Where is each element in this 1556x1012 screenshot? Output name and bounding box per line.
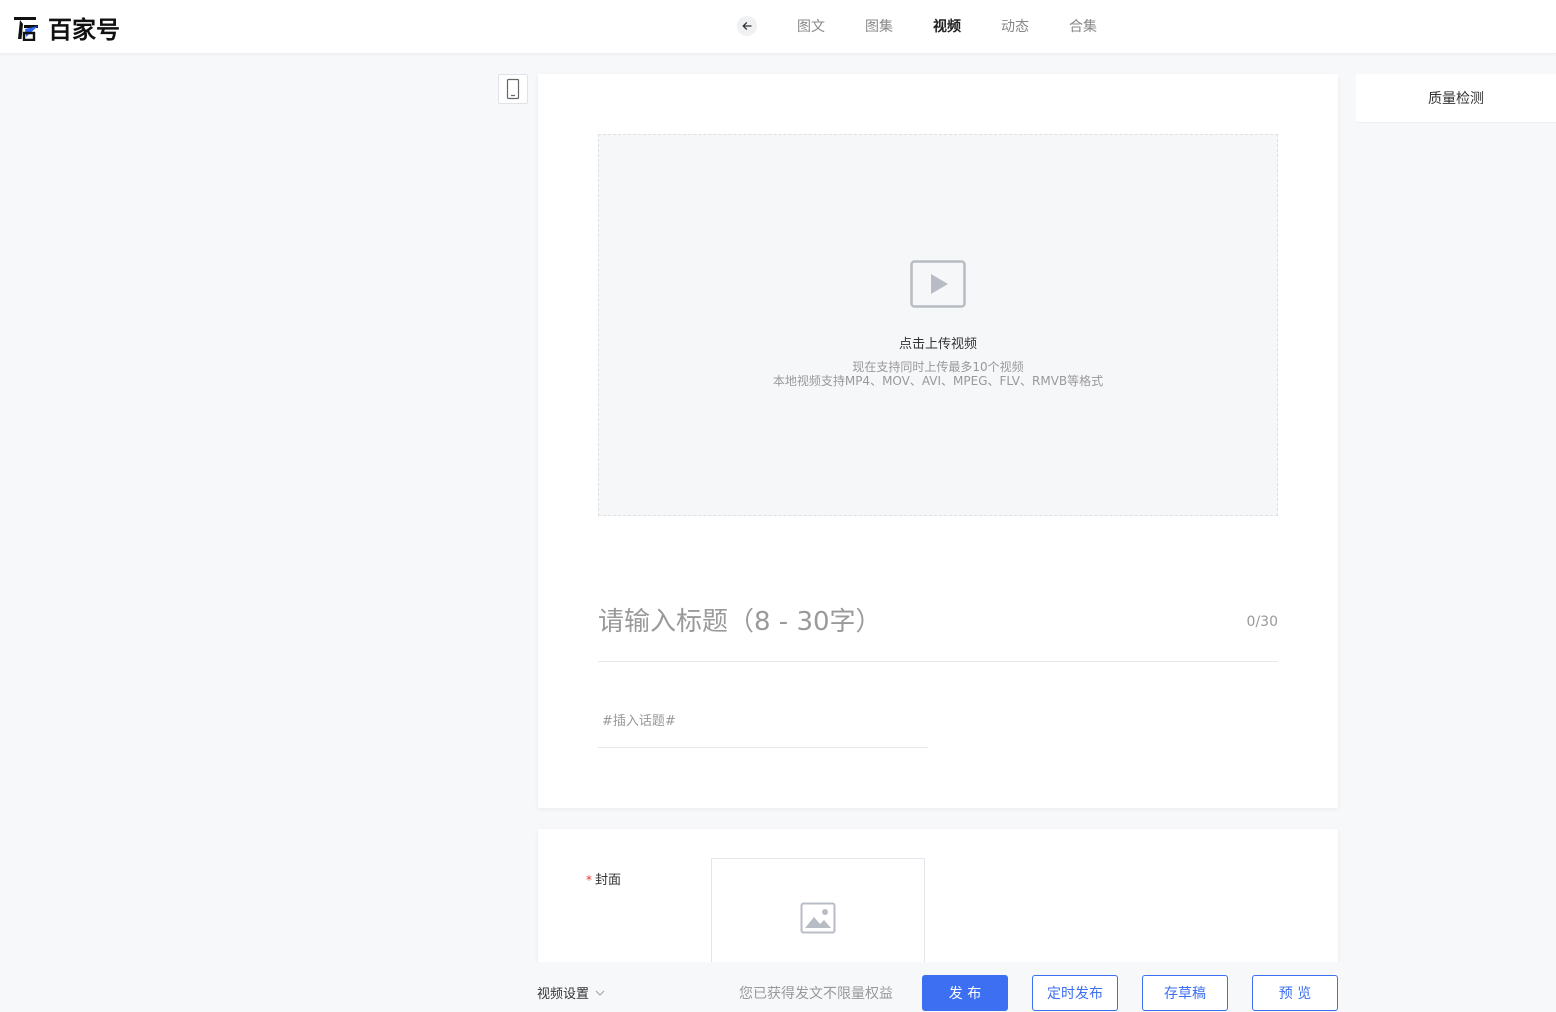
back-button[interactable] [737,16,757,36]
required-mark: * [586,873,592,887]
quality-check-label: 质量检测 [1428,91,1484,107]
tab-gallery[interactable]: 图集 [865,16,893,36]
video-upload-area[interactable]: 点击上传视频 现在支持同时上传最多10个视频 本地视频支持MP4、MOV、AVI… [598,134,1278,516]
video-play-icon [910,260,966,308]
tab-moments[interactable]: 动态 [1001,16,1029,36]
mobile-preview-toggle[interactable] [498,74,528,104]
upload-hint-formats: 本地视频支持MP4、MOV、AVI、MPEG、FLV、RMVB等格式 [772,374,1104,388]
cover-image-picker[interactable] [711,858,925,978]
brand-name: 百家号 [48,15,120,44]
baijiahao-logo-icon [14,17,38,41]
title-field-row: 0/30 [598,594,1278,662]
topic-field-row [598,700,928,748]
cover-label: * 封面 [586,869,621,888]
video-settings-dropdown[interactable]: 视频设置 [537,983,605,1002]
publishing-rights-text: 您已获得发文不限量权益 [739,986,893,1002]
upload-hint-count: 现在支持同时上传最多10个视频 [852,360,1024,374]
brand-logo[interactable]: 百家号 [12,12,120,44]
bottom-action-bar: 视频设置 您已获得发文不限量权益 发 布 定时发布 存草稿 预 览 [0,962,1556,1012]
quality-check-tab[interactable]: 质量检测 [1356,74,1556,123]
top-header: 百家号 图文 图集 视频 动态 合集 [0,0,1556,54]
chevron-down-icon [595,990,605,996]
publish-button[interactable]: 发 布 [922,975,1008,1011]
title-char-counter: 0/30 [1246,614,1278,630]
mobile-phone-icon [506,78,520,100]
tab-collection[interactable]: 合集 [1069,16,1097,36]
video-editor-card: 点击上传视频 现在支持同时上传最多10个视频 本地视频支持MP4、MOV、AVI… [538,74,1338,808]
schedule-publish-button[interactable]: 定时发布 [1032,975,1118,1011]
arrow-left-icon [742,22,752,30]
save-draft-button[interactable]: 存草稿 [1142,975,1228,1011]
title-input[interactable] [598,604,1198,640]
cover-label-text: 封面 [595,873,622,888]
image-placeholder-icon [800,902,836,934]
content-type-nav: 图文 图集 视频 动态 合集 [737,14,1137,38]
upload-title: 点击上传视频 [898,337,977,352]
video-settings-label: 视频设置 [537,987,590,1002]
cover-settings-card: * 封面 [538,829,1338,978]
tab-article[interactable]: 图文 [797,16,825,36]
tab-video[interactable]: 视频 [933,16,961,36]
topic-input[interactable] [602,710,922,732]
preview-button[interactable]: 预 览 [1252,975,1338,1011]
